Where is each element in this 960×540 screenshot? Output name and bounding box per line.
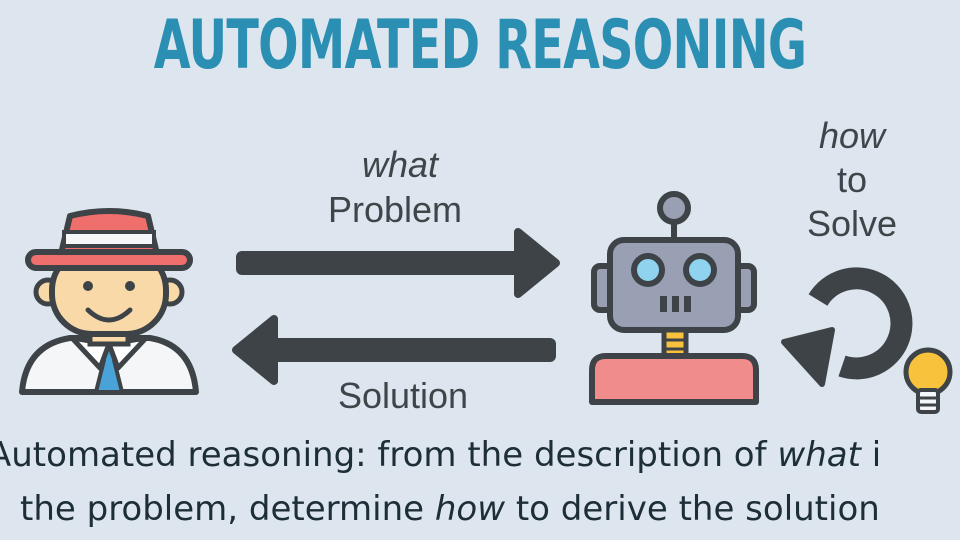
detective-icon [19,208,199,395]
caption-line-1-end: i [860,435,882,475]
caption-line-2-italic: how [434,489,506,529]
solution-arrow [232,315,556,385]
caption-line-2-text: the problem, determine [20,489,435,529]
caption-line-1: Automated reasoning: from the descriptio… [0,432,948,478]
caption-line-2: the problem, determine how to derive the… [20,486,960,532]
problem-label-italic: what [361,144,439,185]
caption-line-1-italic: what [777,435,861,475]
solve-label: Solve [806,203,898,244]
robot-icon [589,191,759,405]
cycle-arrow-icon [781,267,913,387]
problem-arrow [236,228,560,298]
solution-label: Solution [337,375,469,416]
problem-label: Problem [327,189,463,230]
caption-line-2-end: to derive the solution [505,489,880,529]
to-label: to [836,159,868,200]
lightbulb-icon [903,347,953,414]
caption-line-1-text: Automated reasoning: from the descriptio… [0,435,778,475]
how-label: how [818,115,886,156]
